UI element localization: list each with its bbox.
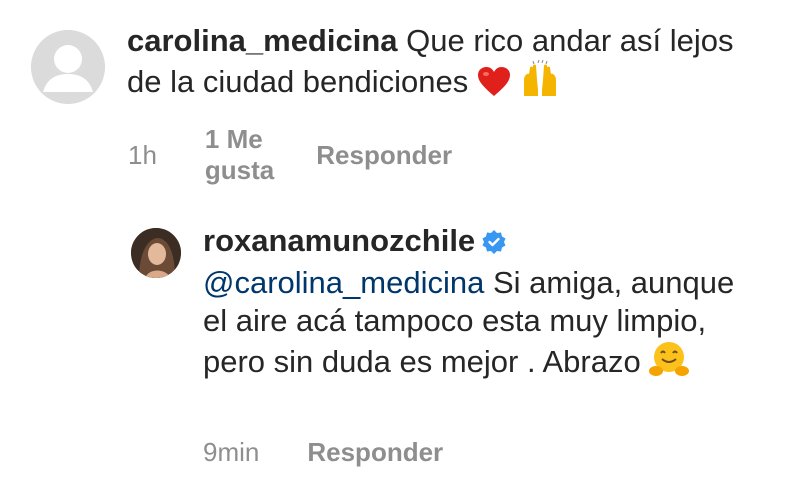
timestamp: 9min	[203, 437, 260, 467]
default-user-icon	[31, 30, 105, 104]
hugging-face-icon	[649, 340, 690, 387]
default-avatar[interactable]	[31, 30, 105, 104]
raising-hands-icon	[520, 59, 560, 107]
reply-button[interactable]: Responder	[307, 437, 443, 468]
verified-badge-icon	[481, 226, 507, 264]
mention-link[interactable]: @carolina_medicina	[203, 265, 484, 300]
reply-button[interactable]: Responder	[316, 140, 452, 171]
comment-body: carolina_medicina Que rico andar así lej…	[127, 22, 767, 107]
comment-body: roxanamunozchile @carolina_medicina Si a…	[203, 222, 763, 387]
profile-photo-icon	[131, 228, 181, 278]
red-heart-icon	[477, 66, 511, 107]
timestamp: 1h	[128, 139, 157, 170]
comment-meta: 9min Responder	[203, 437, 443, 468]
comment-meta: 1h 1 Me gusta Responder	[128, 124, 452, 186]
avatar[interactable]	[131, 228, 181, 278]
likes-count[interactable]: 1 Me gusta	[205, 124, 274, 186]
username-link[interactable]: carolina_medicina	[127, 23, 398, 58]
username-link[interactable]: roxanamunozchile	[203, 223, 475, 258]
